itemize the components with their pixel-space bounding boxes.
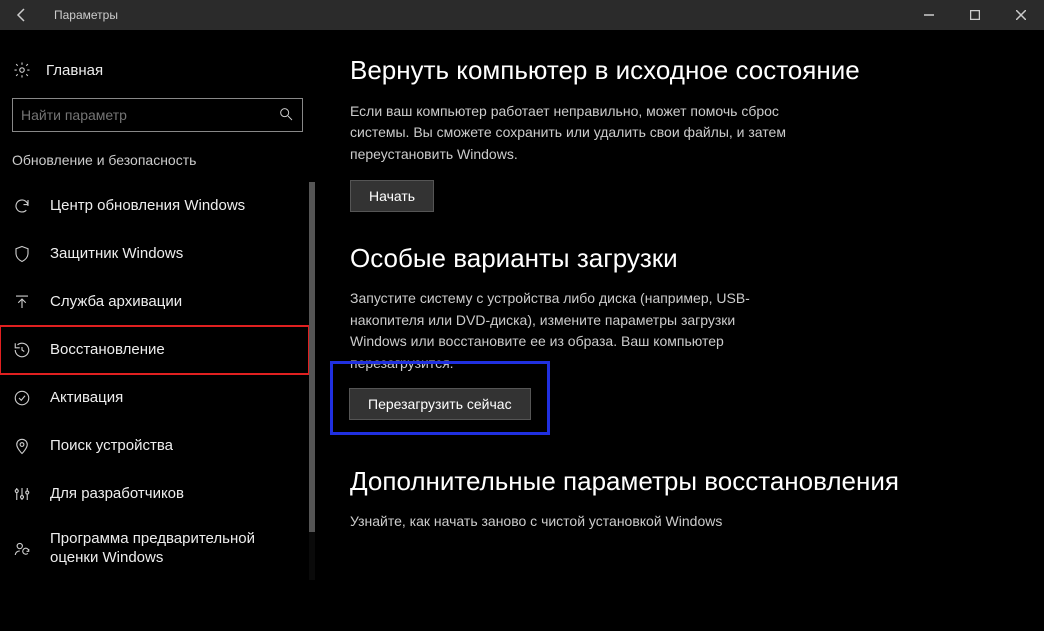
advanced-heading: Особые варианты загрузки [350,242,1010,275]
sidebar-item-recovery[interactable]: Восстановление [0,326,309,374]
location-icon [12,436,32,456]
check-circle-icon [12,388,32,408]
more-body: Узнайте, как начать заново с чистой уста… [350,511,790,533]
section-advanced-startup: Особые варианты загрузки Запустите систе… [350,242,1010,435]
sidebar-scrollbar[interactable] [309,182,315,580]
minimize-button[interactable] [906,0,952,30]
search-input[interactable] [21,107,278,123]
restart-now-button[interactable]: Перезагрузить сейчас [349,388,531,420]
maximize-icon [970,10,980,20]
sidebar-item-label: Центр обновления Windows [50,197,303,216]
close-button[interactable] [998,0,1044,30]
reset-heading: Вернуть компьютер в исходное состояние [350,54,1010,87]
sidebar-item-find-device[interactable]: Поиск устройства [0,422,315,470]
sidebar-item-label: Программа предварительной оценки Windows [50,530,303,568]
sidebar-item-label: Защитник Windows [50,245,303,264]
content: Вернуть компьютер в исходное состояние Е… [316,30,1044,631]
person-refresh-icon [12,539,32,559]
titlebar: Параметры [0,0,1044,30]
sidebar: Главная Обновление и безопасность Центр … [0,30,316,631]
reset-start-button[interactable]: Начать [350,180,434,212]
maximize-button[interactable] [952,0,998,30]
search-input-wrap[interactable] [12,98,303,132]
sidebar-category: Обновление и безопасность [0,146,315,182]
sidebar-item-label: Активация [50,389,303,408]
reset-body: Если ваш компьютер работает неправильно,… [350,101,790,166]
section-more-recovery: Дополнительные параметры восстановления … [350,465,1010,533]
sidebar-item-label: Для разработчиков [50,485,303,504]
sliders-icon [12,484,32,504]
sidebar-scroll-thumb[interactable] [309,182,315,532]
sidebar-nav: Центр обновления Windows Защитник Window… [0,182,315,580]
sidebar-home-label: Главная [46,62,103,79]
highlight-blue-box: Перезагрузить сейчас [330,361,550,435]
upload-icon [12,292,32,312]
section-reset: Вернуть компьютер в исходное состояние Е… [350,54,1010,212]
sidebar-item-developers[interactable]: Для разработчиков [0,470,315,518]
sidebar-item-windows-update[interactable]: Центр обновления Windows [0,182,315,230]
sidebar-item-label: Поиск устройства [50,437,303,456]
history-icon [12,340,32,360]
sidebar-item-insider[interactable]: Программа предварительной оценки Windows [0,518,315,580]
sync-icon [12,196,32,216]
sidebar-item-activation[interactable]: Активация [0,374,315,422]
minimize-icon [924,10,934,20]
gear-icon [12,60,32,80]
sidebar-item-label: Служба архивации [50,293,303,312]
back-button[interactable] [0,0,44,30]
shield-icon [12,244,32,264]
sidebar-item-label: Восстановление [50,341,297,360]
sidebar-item-defender[interactable]: Защитник Windows [0,230,315,278]
more-heading: Дополнительные параметры восстановления [350,465,1010,498]
close-icon [1016,10,1026,20]
window-title: Параметры [44,8,118,22]
back-arrow-icon [14,7,30,23]
search-icon [278,106,294,125]
sidebar-home[interactable]: Главная [0,50,315,90]
sidebar-item-backup[interactable]: Служба архивации [0,278,315,326]
